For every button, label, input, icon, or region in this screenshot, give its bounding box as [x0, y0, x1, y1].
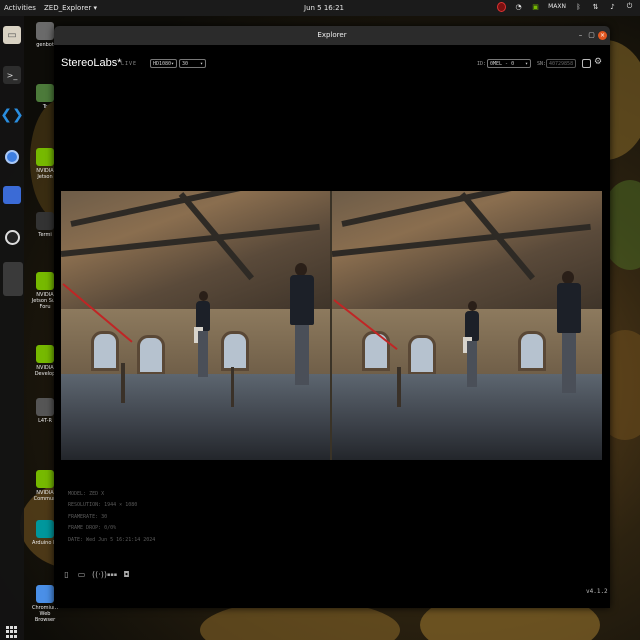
desktop-app-icon	[36, 470, 54, 488]
live-label: LIVE	[121, 61, 138, 67]
camera-id-select[interactable]: 0MEL - 0 ▾	[487, 59, 531, 68]
power-mode-label[interactable]: MAXN	[548, 3, 566, 10]
chevron-down-icon: ▾	[199, 61, 203, 67]
chevron-down-icon: ▾	[524, 61, 528, 67]
minimize-icon[interactable]: –	[576, 31, 585, 40]
right-camera-view	[332, 191, 602, 460]
clock[interactable]: Jun 5 16:21	[304, 4, 344, 12]
fps-value: 30	[182, 61, 189, 67]
desktop-app-icon	[36, 585, 54, 603]
nvidia-icon[interactable]: ▣	[531, 2, 540, 11]
explorer-window: Explorer – ▢ × StereoLabs* LIVE HD1080 ▾ …	[54, 26, 610, 608]
serial-number-value: 40729858	[549, 61, 574, 67]
volume-icon[interactable]: ♪	[608, 2, 617, 11]
window-titlebar[interactable]: Explorer – ▢ ×	[54, 26, 610, 45]
desktop-app-icon	[36, 212, 54, 230]
device-icon[interactable]	[582, 59, 591, 68]
show-apps-icon[interactable]	[6, 626, 18, 638]
desktop-app-icon	[36, 345, 54, 363]
chevron-down-icon: ▾	[170, 61, 174, 67]
info-framerate: FRAMERATE: 30	[68, 513, 108, 520]
obs-icon[interactable]	[3, 228, 21, 246]
fps-select[interactable]: 30 ▾	[179, 59, 206, 68]
mode-toggle-icon[interactable]: ▪▪▪	[107, 570, 117, 580]
desktop-app-icon	[36, 22, 54, 40]
camera-id-value: 0MEL - 0	[490, 61, 515, 67]
version-label: v4.1.2	[586, 588, 608, 595]
wifi-icon[interactable]: ◔	[514, 2, 523, 11]
dock: ▭ >_ ❮❯	[0, 16, 24, 640]
settings-gear-icon[interactable]: ⚙	[594, 58, 603, 67]
camera-snapshot-icon[interactable]: ◘	[122, 570, 131, 580]
activities-button[interactable]: Activities	[4, 4, 36, 12]
app-menu[interactable]: ZED_Explorer ▾	[44, 4, 97, 12]
maximize-icon[interactable]: ▢	[587, 31, 596, 40]
stream-icon[interactable]: ((·))	[92, 570, 107, 580]
files-icon[interactable]: ▭	[3, 26, 21, 44]
sn-label: SN:	[537, 61, 547, 67]
app-icon-blue[interactable]	[3, 186, 21, 204]
record-video-icon[interactable]: ▭	[77, 570, 86, 580]
top-bar: Activities ZED_Explorer ▾ Jun 5 16:21 ◔ …	[0, 0, 640, 16]
id-label: ID:	[477, 61, 487, 67]
camera-info-panel: MODEL: ZED X RESOLUTION: 1944 × 1080 FRA…	[68, 489, 155, 546]
info-resolution: RESOLUTION: 1944 × 1080	[68, 502, 138, 509]
file-icon[interactable]: ▯	[62, 570, 71, 580]
power-icon[interactable]: ⏻	[625, 2, 634, 11]
desktop-app-icon	[36, 148, 54, 166]
desktop-app-icon	[36, 520, 54, 538]
stereolabs-logo: StereoLabs*	[61, 57, 122, 69]
stereo-video-feed[interactable]	[61, 191, 602, 460]
desktop-app-icon	[36, 398, 54, 416]
record-icon[interactable]	[497, 1, 507, 12]
resolution-value: HD1080	[153, 61, 172, 67]
left-camera-view	[61, 191, 330, 460]
desktop-app-icon	[36, 84, 54, 102]
desktop-app-icon	[36, 272, 54, 290]
resolution-select[interactable]: HD1080 ▾	[150, 59, 177, 68]
terminal-icon[interactable]: >_	[3, 66, 21, 84]
zed-explorer-dock-icon[interactable]	[3, 262, 23, 296]
footer-toolbar: ▯ ▭ ((·)) ▪▪▪ ◘	[62, 570, 131, 580]
serial-number-field[interactable]: 40729858	[546, 59, 576, 68]
chromium-icon[interactable]	[3, 148, 21, 166]
system-tray: ◔ ▣ MAXN ᛒ ⇅ ♪ ⏻	[497, 1, 634, 12]
info-date: DATE: Wed Jun 5 16:21:14 2024	[68, 536, 156, 543]
network-icon[interactable]: ⇅	[591, 2, 600, 11]
info-model: MODEL: ZED X	[68, 491, 105, 497]
window-title: Explorer	[317, 31, 347, 39]
info-frame-drop: FRAME DROP: 0/0%	[68, 525, 117, 532]
close-icon[interactable]: ×	[598, 31, 607, 40]
vscode-icon[interactable]: ❮❯	[0, 106, 23, 124]
bluetooth-icon[interactable]: ᛒ	[574, 2, 583, 11]
